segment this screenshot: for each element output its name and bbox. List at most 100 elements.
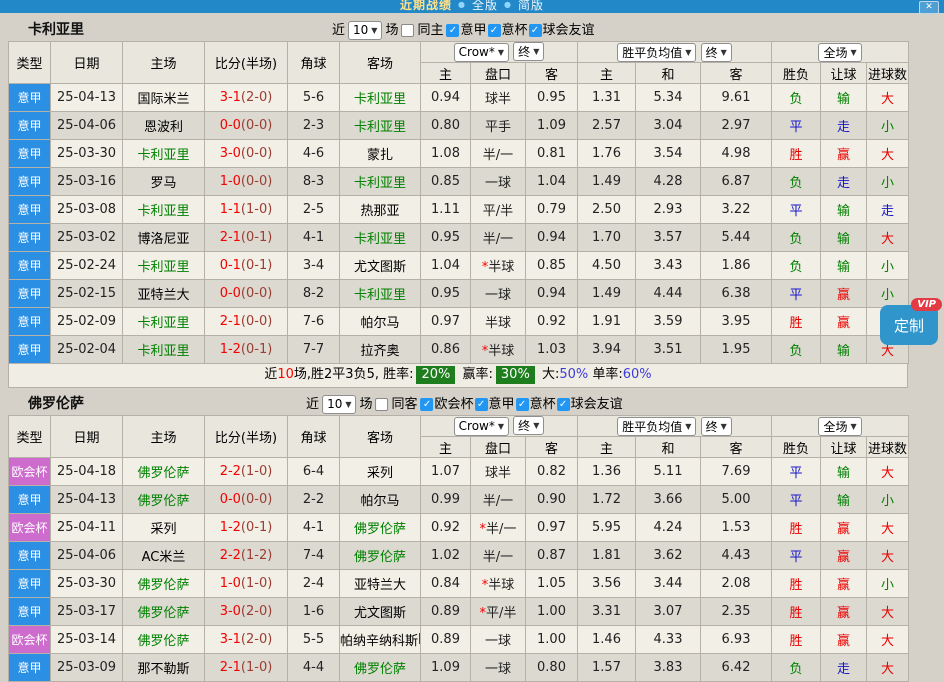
corner-score: 2-3 [288, 112, 340, 140]
home-team[interactable]: 佛罗伦萨 [123, 486, 205, 514]
bookmaker-select[interactable]: Crow*▼ [454, 417, 509, 436]
match-score: 2-1(0-1) [205, 224, 288, 252]
home-team[interactable]: 罗马 [123, 168, 205, 196]
section-title: 卡利亚里 [28, 20, 84, 41]
home-team[interactable]: 那不勒斯 [123, 654, 205, 682]
result-handicap: 输 [821, 458, 867, 486]
summary-segment: 近 [264, 367, 277, 382]
result-outcome: 胜 [772, 308, 821, 336]
close-button[interactable]: ✕ [919, 1, 939, 14]
away-team[interactable]: 帕尔马 [340, 308, 421, 336]
match-score: 0-0(0-0) [205, 112, 288, 140]
away-team[interactable]: 卡利亚里 [340, 168, 421, 196]
same-venue-checkbox[interactable] [401, 24, 414, 37]
topbar-segment-active[interactable]: 近期战绩 [400, 0, 452, 12]
away-team[interactable]: 蒙扎 [340, 140, 421, 168]
league-checkbox[interactable]: ✓ [421, 398, 434, 411]
table-row: 意甲25-03-09那不勒斯2-1(1-0)4-4佛罗伦萨1.09一球0.801… [9, 654, 909, 682]
topbar-segment[interactable]: 全版 [472, 0, 498, 12]
table-row: 意甲25-04-06AC米兰2-2(1-2)7-4佛罗伦萨1.02半/一0.87… [9, 542, 909, 570]
home-team[interactable]: 亚特兰大 [123, 280, 205, 308]
home-team[interactable]: 佛罗伦萨 [123, 570, 205, 598]
matches-table-fiorentina: 类型 日期 主场 比分(半场) 角球 客场 Crow*▼ 终▼ 胜平负均值▼ 终… [8, 415, 909, 682]
bookmaker-select[interactable]: Crow*▼ [454, 43, 509, 62]
away-team[interactable]: 尤文图斯 [340, 598, 421, 626]
final-select[interactable]: 终▼ [701, 417, 732, 436]
league-checkbox[interactable]: ✓ [487, 24, 500, 37]
away-team[interactable]: 尤文图斯 [340, 252, 421, 280]
column-header-home: 主场 [123, 42, 205, 84]
final-select[interactable]: 终▼ [701, 43, 732, 62]
result-outcome: 负 [772, 252, 821, 280]
odds-home: 0.85 [421, 168, 471, 196]
away-team[interactable]: 帕纳辛纳科斯1 [340, 626, 421, 654]
away-team[interactable]: 佛罗伦萨 [340, 514, 421, 542]
away-team[interactable]: 佛罗伦萨 [340, 542, 421, 570]
result-goals: 小 [867, 168, 909, 196]
home-team[interactable]: 佛罗伦萨 [123, 458, 205, 486]
avg-draw: 3.83 [636, 654, 701, 682]
chevron-down-icon: ▼ [498, 422, 504, 431]
league-checkbox[interactable]: ✓ [529, 24, 542, 37]
customize-button[interactable]: 定制 [880, 305, 938, 345]
scope-select[interactable]: 全场▼ [818, 417, 861, 436]
table-row: 意甲25-03-16罗马1-0(0-0)8-3卡利亚里0.85一球1.041.4… [9, 168, 909, 196]
away-team[interactable]: 卡利亚里 [340, 112, 421, 140]
away-team[interactable]: 卡利亚里 [340, 224, 421, 252]
match-count-select[interactable]: 10▼ [322, 395, 356, 414]
odds-handicap: 一球 [471, 280, 526, 308]
recent-label: 近 [306, 394, 319, 415]
avg-home: 1.70 [578, 224, 636, 252]
home-team[interactable]: 卡利亚里 [123, 196, 205, 224]
avg-away: 1.53 [701, 514, 772, 542]
same-venue-checkbox[interactable] [376, 398, 389, 411]
result-outcome: 胜 [772, 514, 821, 542]
away-team[interactable]: 拉齐奥 [340, 336, 421, 364]
final-select[interactable]: 终▼ [513, 42, 544, 61]
away-team[interactable]: 佛罗伦萨 [340, 654, 421, 682]
home-team[interactable]: 卡利亚里 [123, 140, 205, 168]
away-team[interactable]: 卡利亚里 [340, 84, 421, 112]
average-select[interactable]: 胜平负均值▼ [617, 417, 696, 436]
match-count-select[interactable]: 10▼ [348, 21, 382, 40]
home-team[interactable]: 国际米兰 [123, 84, 205, 112]
away-team[interactable]: 卡利亚里 [340, 280, 421, 308]
result-goals: 大 [867, 542, 909, 570]
topbar-segment[interactable]: 简版 [518, 0, 544, 12]
away-team[interactable]: 亚特兰大 [340, 570, 421, 598]
away-team[interactable]: 热那亚 [340, 196, 421, 224]
league-checkbox[interactable]: ✓ [516, 398, 529, 411]
odds-handicap: 球半 [471, 84, 526, 112]
scope-select[interactable]: 全场▼ [818, 43, 861, 62]
league-filter-item: ✓意甲 [446, 20, 486, 41]
average-select[interactable]: 胜平负均值▼ [617, 43, 696, 62]
league-checkbox[interactable]: ✓ [446, 24, 459, 37]
column-header-avg-home: 主 [578, 437, 636, 458]
home-team[interactable]: 佛罗伦萨 [123, 598, 205, 626]
league-checkbox[interactable]: ✓ [475, 398, 488, 411]
summary-segment: 10 [277, 367, 294, 382]
odds-home: 0.95 [421, 224, 471, 252]
home-team[interactable]: 恩波利 [123, 112, 205, 140]
corner-score: 4-6 [288, 140, 340, 168]
away-team[interactable]: 帕尔马 [340, 486, 421, 514]
result-handicap: 输 [821, 486, 867, 514]
home-team[interactable]: 卡利亚里 [123, 308, 205, 336]
home-team[interactable]: 采列 [123, 514, 205, 542]
avg-draw: 3.43 [636, 252, 701, 280]
result-outcome: 胜 [772, 570, 821, 598]
home-team[interactable]: 卡利亚里 [123, 252, 205, 280]
table-row: 欧会杯25-03-14佛罗伦萨3-1(2-0)5-5帕纳辛纳科斯10.89一球1… [9, 626, 909, 654]
home-team[interactable]: 卡利亚里 [123, 336, 205, 364]
home-team[interactable]: 佛罗伦萨 [123, 626, 205, 654]
final-select[interactable]: 终▼ [513, 416, 544, 435]
match-score: 2-1(0-0) [205, 308, 288, 336]
home-team[interactable]: AC米兰 [123, 542, 205, 570]
table-row: 意甲25-04-13国际米兰3-1(2-0)5-6卡利亚里0.94球半0.951… [9, 84, 909, 112]
result-handicap: 走 [821, 654, 867, 682]
match-score: 3-0(2-0) [205, 598, 288, 626]
home-team[interactable]: 博洛尼亚 [123, 224, 205, 252]
league-checkbox[interactable]: ✓ [557, 398, 570, 411]
table-row: 意甲25-03-30佛罗伦萨1-0(1-0)2-4亚特兰大0.84*半球1.05… [9, 570, 909, 598]
away-team[interactable]: 采列 [340, 458, 421, 486]
